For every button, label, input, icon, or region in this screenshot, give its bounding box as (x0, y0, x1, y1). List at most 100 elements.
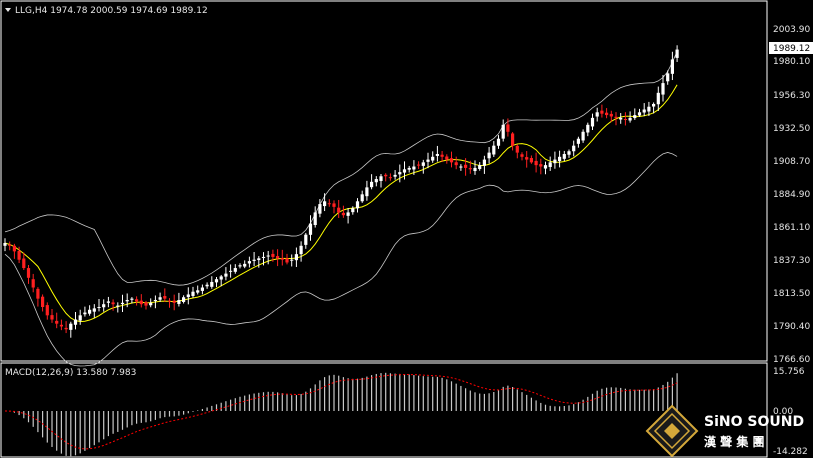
candle-body (120, 302, 125, 305)
candle-body (417, 164, 421, 166)
candle-body (261, 256, 266, 258)
candle-body (294, 254, 298, 261)
price-tick: 1980.10 (773, 57, 810, 67)
candle-body (652, 103, 656, 107)
candle-body (520, 154, 524, 157)
candlestick-series (3, 45, 679, 338)
candle-body (252, 259, 256, 261)
candle-body (492, 145, 496, 155)
candle-body (379, 176, 383, 182)
trading-chart[interactable]: LLG,H4 1974.78 2000.59 1974.69 1989.12 2… (0, 0, 813, 458)
candle-body (182, 297, 186, 302)
candle-body (548, 162, 552, 167)
candle-body (511, 133, 515, 146)
candle-body (426, 159, 430, 162)
macd-signal (4, 374, 678, 450)
candle-body (64, 327, 68, 330)
candle-body (55, 320, 59, 324)
candle-body (365, 187, 369, 197)
candle-body (102, 304, 106, 308)
candle-body (238, 265, 242, 267)
candle-body (614, 116, 618, 118)
candle-body (26, 268, 31, 278)
candle-body (125, 300, 129, 302)
candle-body (276, 256, 280, 259)
candle-body (200, 287, 204, 291)
candle-body (135, 299, 139, 302)
candle-body (346, 212, 350, 216)
candle-body (661, 83, 665, 95)
logo-text-en: SiNO SOUND (704, 414, 804, 430)
candle-body (581, 131, 585, 141)
logo-text-cn: 漢 聲 集 團 (704, 434, 765, 449)
candle-body (656, 92, 660, 105)
candle-body (210, 281, 214, 287)
candle-body (266, 255, 270, 257)
candle-body (586, 124, 590, 133)
macd-tick: -14.282 (773, 447, 808, 457)
candle-body (675, 49, 679, 58)
candle-body (73, 319, 78, 325)
candle-body (534, 160, 538, 166)
candle-body (449, 158, 454, 163)
candle-body (558, 156, 562, 162)
candle-body (666, 73, 670, 82)
candle-body (487, 152, 491, 159)
candle-body (623, 119, 627, 121)
candle-body (388, 177, 392, 179)
candle-body (478, 165, 482, 169)
price-tick: 1908.70 (773, 157, 810, 167)
candle-body (393, 174, 397, 177)
candle-body (177, 300, 181, 304)
candle-body (482, 159, 486, 166)
candle-body (351, 208, 355, 213)
candle-body (464, 164, 468, 168)
candle-body (543, 165, 548, 169)
candle-body (473, 167, 477, 172)
price-tick: 1837.30 (773, 256, 810, 266)
candle-body (553, 159, 557, 164)
candle-body (337, 207, 341, 213)
candle-body (670, 59, 674, 74)
candle-body (214, 279, 219, 283)
candle-body (271, 253, 275, 257)
candle-body (31, 279, 35, 288)
candle-body (78, 315, 82, 321)
candle-body (50, 315, 54, 320)
symbol-header: LLG,H4 1974.78 2000.59 1974.69 1989.12 (15, 6, 208, 16)
candle-body (92, 308, 96, 312)
triangle-down-icon[interactable] (5, 8, 11, 12)
candle-body (412, 166, 416, 170)
candle-body (257, 258, 261, 261)
candle-body (186, 294, 190, 298)
candle-body (501, 124, 505, 139)
candle-body (628, 117, 632, 121)
candle-body (158, 297, 162, 300)
candle-body (600, 110, 604, 114)
bollinger-bands (4, 51, 678, 367)
price-tick: 1884.90 (773, 190, 810, 200)
price-tick: 1956.30 (773, 91, 810, 101)
candle-body (8, 244, 12, 246)
candle-body (196, 290, 200, 293)
candle-body (41, 296, 45, 307)
candle-body (304, 234, 308, 245)
price-axis: 2003.90 1980.10 1956.30 1932.50 1908.70 … (773, 25, 810, 365)
candle-body (562, 154, 566, 159)
candle-body (36, 288, 40, 299)
current-price-tag: 1989.12 (773, 44, 810, 54)
macd-signal-line (4, 374, 678, 450)
candle-body (172, 300, 176, 303)
candle-body (229, 270, 233, 272)
candle-body (445, 156, 449, 160)
candle-body (167, 300, 172, 302)
candle-body (327, 203, 331, 205)
price-tick: 1766.60 (773, 355, 810, 365)
candle-body (637, 112, 642, 116)
diamond-logo-icon (645, 404, 699, 458)
moving-average-line (4, 84, 678, 323)
candle-body (59, 324, 63, 327)
candle-body (83, 312, 87, 315)
candle-body (642, 109, 646, 113)
candle-body (332, 203, 336, 207)
